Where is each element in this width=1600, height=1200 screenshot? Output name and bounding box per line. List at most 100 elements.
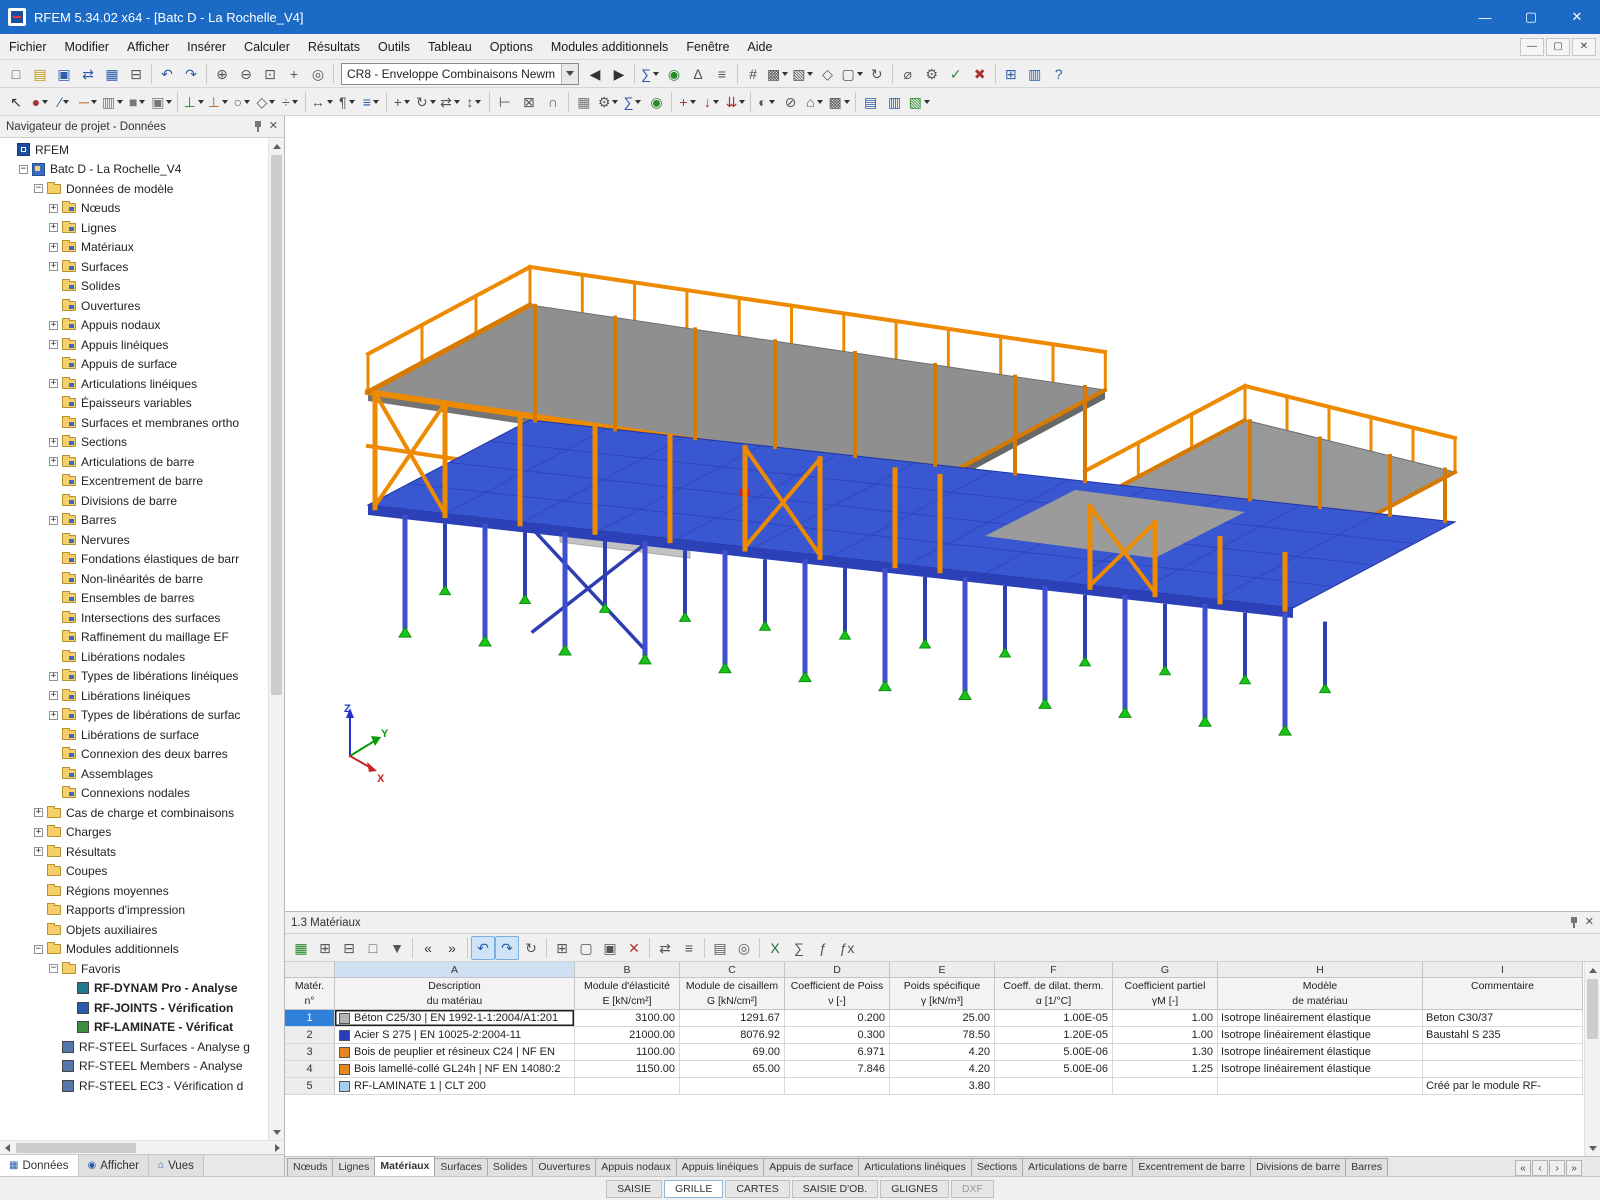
new-surface-button[interactable]: ▥ — [100, 90, 125, 114]
tree-expand-icon[interactable]: + — [49, 243, 58, 252]
tree-item-appuis-lineiques[interactable]: +Appuis linéiques — [0, 335, 268, 355]
table-tab-divisions-de-barre[interactable]: Divisions de barre — [1250, 1158, 1346, 1176]
redo-table-button[interactable]: ↷ — [495, 936, 519, 960]
navigator-horizontal-scrollbar[interactable] — [0, 1140, 284, 1154]
navigator-tab-donnees[interactable]: ▦Données — [0, 1155, 79, 1176]
description-cell[interactable]: Bois de peuplier et résineux C24 | NF EN — [335, 1044, 575, 1061]
cell-nu[interactable]: 7.846 — [785, 1061, 890, 1078]
empty-row-button[interactable]: □ — [361, 936, 385, 960]
refresh-table-button[interactable]: ↻ — [519, 936, 543, 960]
scrollbar-thumb[interactable] — [1587, 979, 1598, 1039]
description-cell[interactable]: Bois lamellé-collé GL24h | NF EN 14080:2 — [335, 1061, 575, 1078]
save-file-button[interactable]: ▣ — [52, 62, 76, 86]
scroll-down-button[interactable] — [269, 1124, 284, 1140]
undo-table-button[interactable]: ↶ — [471, 936, 495, 960]
column-letter-g[interactable]: G — [1113, 962, 1218, 978]
tree-collapse-icon[interactable]: − — [34, 945, 43, 954]
tree-item-solides[interactable]: Solides — [0, 277, 268, 297]
tree-item-connexion-des-deux-barres[interactable]: Connexion des deux barres — [0, 745, 268, 765]
table-tab-articulations-lineiques[interactable]: Articulations linéiques — [858, 1158, 972, 1176]
column-letter-e[interactable]: E — [890, 962, 995, 978]
cell-alpha[interactable] — [995, 1078, 1113, 1095]
mdi-restore-button[interactable]: ▢ — [1546, 38, 1570, 56]
mirror-objects-button[interactable]: ⇄ — [438, 90, 462, 114]
table-tab-solides[interactable]: Solides — [487, 1158, 533, 1176]
member-division-button[interactable]: ÷ — [278, 90, 302, 114]
color-scale-button[interactable]: ▧ — [907, 90, 932, 114]
edit-cell-button[interactable]: ▣ — [598, 936, 622, 960]
menu-fenetre[interactable]: Fenêtre — [677, 34, 738, 59]
view-in-plane-button[interactable]: ▢ — [839, 62, 864, 86]
tree-expand-icon[interactable]: + — [34, 828, 43, 837]
tree-expand-icon[interactable]: + — [49, 262, 58, 271]
tree-expand-icon[interactable]: + — [49, 379, 58, 388]
close-icon[interactable]: ✕ — [1585, 917, 1594, 928]
tree-item-regions-moyennes[interactable]: Régions moyennes — [0, 881, 268, 901]
menu-tableau[interactable]: Tableau — [419, 34, 481, 59]
tree-expand-icon[interactable]: + — [49, 438, 58, 447]
paste-cells-button[interactable]: ▢ — [574, 936, 598, 960]
menu-resultats[interactable]: Résultats — [299, 34, 369, 59]
result-diagrams-button[interactable]: Δ — [686, 62, 710, 86]
table-tab-appuis-nodaux[interactable]: Appuis nodaux — [595, 1158, 676, 1176]
tree-item-charges[interactable]: +Charges — [0, 823, 268, 843]
row-number-cell[interactable]: 1 — [285, 1010, 335, 1027]
member-eccentricity-button[interactable]: ◇ — [254, 90, 278, 114]
tree-expand-icon[interactable]: + — [49, 321, 58, 330]
cell-g[interactable] — [680, 1078, 785, 1095]
cell-model[interactable]: Isotrope linéairement élastique — [1218, 1010, 1423, 1027]
rendering-mode-button[interactable]: ▧ — [790, 62, 815, 86]
cell-gammam[interactable]: 1.00 — [1113, 1010, 1218, 1027]
tree-item-n-uds[interactable]: +Nœuds — [0, 199, 268, 219]
result-filter-button[interactable]: ◎ — [732, 936, 756, 960]
sum-function-button[interactable]: ∑ — [787, 936, 811, 960]
table-row[interactable]: 5RF-LAMINATE 1 | CLT 2003.80Créé par le … — [285, 1078, 1600, 1095]
cell-comment[interactable]: Créé par le module RF- — [1423, 1078, 1583, 1095]
tree-item-rapports-d-impression[interactable]: Rapports d'impression — [0, 901, 268, 921]
window-maximize-button[interactable]: ▢ — [1508, 0, 1554, 34]
save-as-button[interactable]: ▦ — [100, 62, 124, 86]
status-toggle-dxf[interactable]: DXF — [951, 1180, 994, 1198]
cell-gammam[interactable]: 1.30 — [1113, 1044, 1218, 1061]
pin-icon[interactable] — [253, 121, 263, 132]
tree-item-rfem[interactable]: RFEM — [0, 140, 268, 160]
table-row[interactable]: 1Béton C25/30 | EN 1992-1-1:2004/A1:2013… — [285, 1010, 1600, 1027]
table-tab-materiaux[interactable]: Matériaux — [374, 1156, 435, 1176]
tree-item-coupes[interactable]: Coupes — [0, 862, 268, 882]
tree-item-surfaces[interactable]: +Surfaces — [0, 257, 268, 277]
load-case-combo[interactable]: CR8 - Enveloppe Combinaisons Newm — [341, 63, 579, 85]
cell-comment[interactable]: Baustahl S 235 — [1423, 1027, 1583, 1044]
column-letter-f[interactable]: F — [995, 962, 1113, 978]
description-cell[interactable]: RF-LAMINATE 1 | CLT 200 — [335, 1078, 575, 1095]
menu-calculer[interactable]: Calculer — [235, 34, 299, 59]
column-letter-b[interactable]: B — [575, 962, 680, 978]
table-on-off-button[interactable]: ▤ — [859, 90, 883, 114]
tree-collapse-icon[interactable]: − — [19, 165, 28, 174]
tree-item-modules-additionnels[interactable]: −Modules additionnels — [0, 940, 268, 960]
table-row[interactable]: 3Bois de peuplier et résineux C24 | NF E… — [285, 1044, 1600, 1061]
cell-e[interactable]: 1100.00 — [575, 1044, 680, 1061]
tree-item-ouvertures[interactable]: Ouvertures — [0, 296, 268, 316]
cell-nu[interactable]: 0.300 — [785, 1027, 890, 1044]
tree-item-donnees-de-modele[interactable]: −Données de modèle — [0, 179, 268, 199]
new-window-button[interactable]: ⊞ — [999, 62, 1023, 86]
mdi-close-button[interactable]: ✕ — [1572, 38, 1596, 56]
scroll-right-button[interactable] — [270, 1141, 284, 1155]
tree-item-intersections-des-surfaces[interactable]: Intersections des surfaces — [0, 608, 268, 628]
pan-view-button[interactable]: + — [282, 62, 306, 86]
guidelines-button[interactable]: ≡ — [359, 90, 383, 114]
cell-model[interactable] — [1218, 1078, 1423, 1095]
description-cell[interactable]: Acier S 275 | EN 10025-2:2004-11 — [335, 1027, 575, 1044]
tree-expand-icon[interactable]: + — [49, 672, 58, 681]
tree-item-rf-steel-surfaces-analyse-g[interactable]: RF-STEEL Surfaces - Analyse g — [0, 1037, 268, 1057]
menu-options[interactable]: Options — [481, 34, 542, 59]
results-on-off-button[interactable]: ◉ — [644, 90, 668, 114]
window-minimize-button[interactable]: — — [1462, 0, 1508, 34]
tree-collapse-icon[interactable]: − — [49, 964, 58, 973]
combo-dropdown-button[interactable] — [561, 64, 578, 84]
new-line-support-button[interactable]: ⊥ — [206, 90, 230, 114]
scroll-up-button[interactable] — [269, 138, 284, 154]
scroll-first-button[interactable]: « — [1515, 1160, 1531, 1176]
tree-expand-icon[interactable]: + — [49, 204, 58, 213]
cell-gammam[interactable]: 1.25 — [1113, 1061, 1218, 1078]
